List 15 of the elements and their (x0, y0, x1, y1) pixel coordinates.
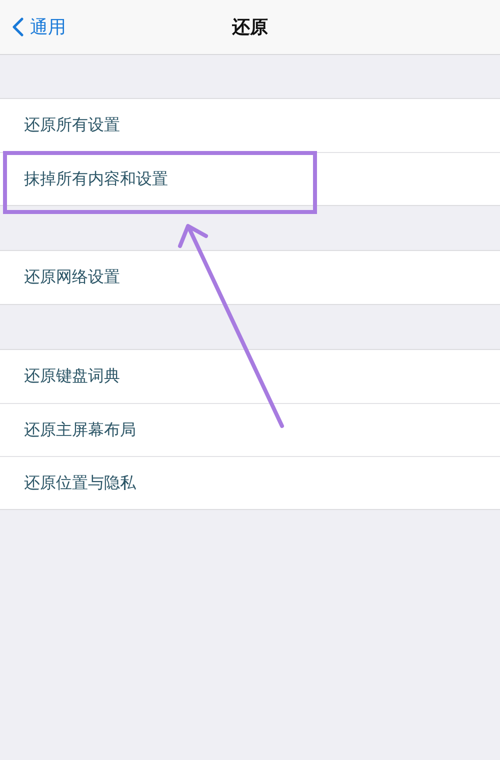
row-label: 还原键盘词典 (24, 366, 120, 387)
page-title: 还原 (232, 16, 268, 39)
row-label: 还原网络设置 (24, 267, 120, 288)
row-label: 还原所有设置 (24, 115, 120, 136)
settings-row[interactable]: 还原所有设置 (0, 99, 500, 152)
settings-row[interactable]: 还原主屏幕布局 (0, 403, 500, 456)
settings-row[interactable]: 还原网络设置 (0, 251, 500, 304)
row-label: 还原位置与隐私 (24, 472, 136, 494)
settings-row[interactable]: 抹掉所有内容和设置 (0, 152, 500, 205)
row-label: 抹掉所有内容和设置 (24, 168, 168, 190)
settings-row[interactable]: 还原位置与隐私 (0, 456, 500, 509)
chevron-left-icon (12, 17, 24, 37)
row-label: 还原主屏幕布局 (24, 420, 136, 440)
settings-row[interactable]: 还原键盘词典 (0, 350, 500, 403)
back-button[interactable]: 通用 (12, 15, 66, 39)
